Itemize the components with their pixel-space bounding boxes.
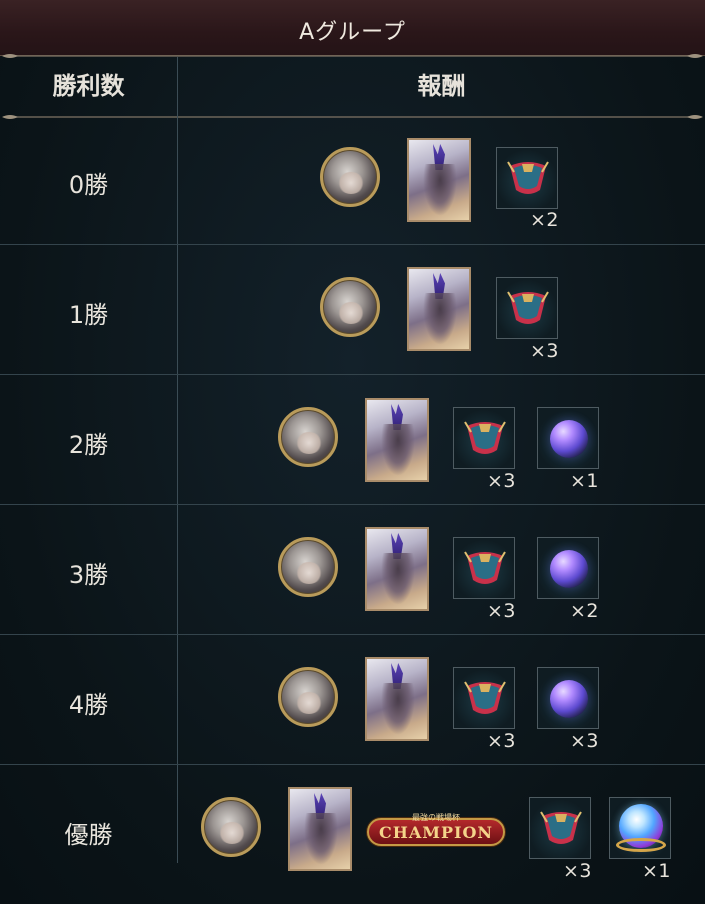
emblem-item[interactable] [453,407,515,469]
win-count-label: 3勝 [68,561,109,589]
character-avatar-icon[interactable] [320,147,380,207]
group-title: Aグループ [299,20,406,45]
win-count-label: 0勝 [68,171,109,199]
column-divider [177,57,178,863]
quantity-label: ×2 [570,600,600,622]
row-divider [0,764,705,765]
quantity-label: ×3 [487,600,517,622]
emblem-icon [464,421,506,454]
quantity-label: ×2 [530,209,560,231]
win-count-label: 4勝 [68,691,109,719]
emblem-item[interactable] [453,667,515,729]
quantity-label: ×3 [487,470,517,492]
win-count-label: 2勝 [68,431,109,459]
crystal-gem-item[interactable] [537,407,599,469]
row-divider [0,374,705,375]
rewards-column-header: 報酬 [417,72,466,100]
emblem-icon [464,681,506,714]
group-header: Aグループ [0,0,705,56]
emblem-icon [464,551,506,584]
character-avatar-icon[interactable] [278,537,338,597]
win-count-label: 1勝 [68,301,109,329]
character-card-icon[interactable] [365,398,429,482]
character-card-icon[interactable] [365,657,429,741]
character-card-icon[interactable] [407,138,471,222]
orb-ring [616,838,666,852]
character-avatar-icon[interactable] [201,797,261,857]
row-divider [0,504,705,505]
champion-label: CHAMPION [378,823,494,842]
quantity-label: ×3 [570,730,600,752]
quantity-label: ×1 [570,470,600,492]
orb-item[interactable] [609,797,671,859]
emblem-icon [507,291,549,324]
character-avatar-icon[interactable] [320,277,380,337]
emblem-item[interactable] [453,537,515,599]
quantity-label: ×1 [642,860,672,882]
quantity-label: ×3 [563,860,593,882]
emblem-icon [540,811,582,844]
champion-badge-icon[interactable]: 最強の戦場杯 CHAMPION [367,810,505,850]
character-card-icon[interactable] [288,787,352,871]
row-divider [0,634,705,635]
win-count-label: 優勝 [64,821,113,849]
emblem-item[interactable] [496,277,558,339]
crystal-gem-icon [550,550,588,588]
crystal-gem-item[interactable] [537,537,599,599]
emblem-item[interactable] [529,797,591,859]
character-avatar-icon[interactable] [278,407,338,467]
character-avatar-icon[interactable] [278,667,338,727]
crystal-gem-icon [550,420,588,458]
row-divider [0,244,705,245]
crystal-gem-item[interactable] [537,667,599,729]
champion-subtitle: 最強の戦場杯 [412,813,460,822]
emblem-item[interactable] [496,147,558,209]
rewards-page: Aグループ 勝利数 報酬 0勝 ×2 1勝 ×3 2勝 ×3 ×1 3勝 ×3 … [0,0,705,904]
quantity-label: ×3 [487,730,517,752]
crystal-gem-icon [550,680,588,718]
character-card-icon[interactable] [407,267,471,351]
wins-column-header: 勝利数 [52,72,125,100]
character-card-icon[interactable] [365,527,429,611]
emblem-icon [507,161,549,194]
header-ornament-divider [0,113,705,121]
quantity-label: ×3 [530,340,560,362]
